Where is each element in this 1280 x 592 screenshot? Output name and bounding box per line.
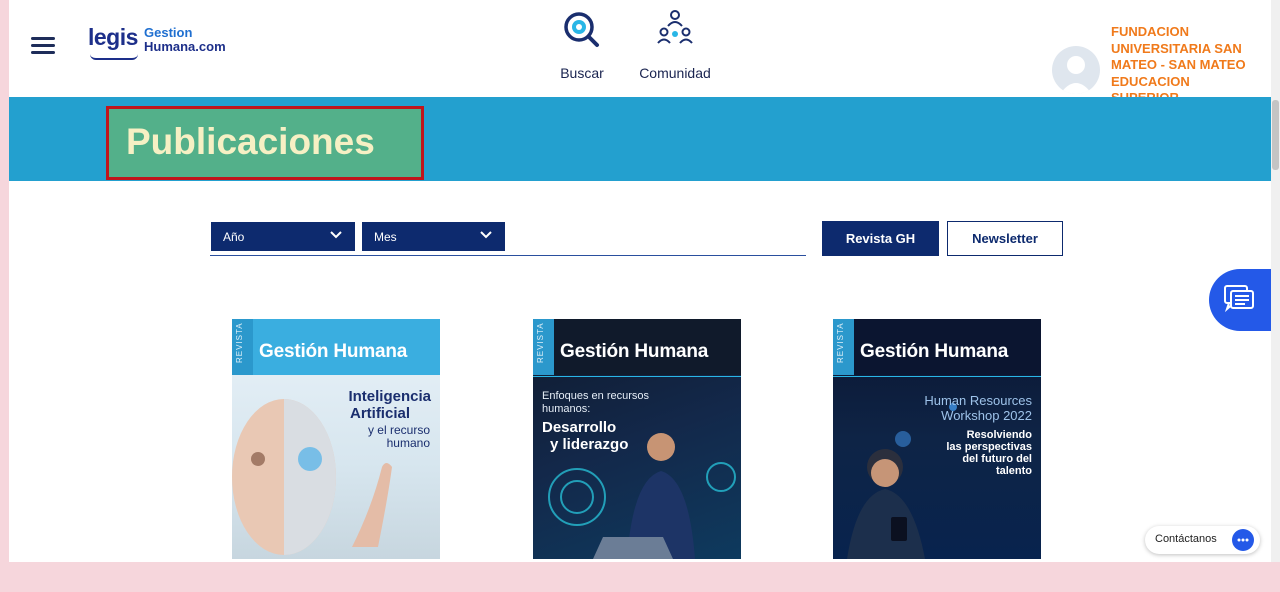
cover-headline: las perspectivas [946,441,1032,453]
month-select-value: Mes [374,230,397,244]
contact-label: Contáctanos [1155,533,1217,545]
org-line: FUNDACION [1111,24,1189,39]
logo-line-2: Humana.com [144,39,226,54]
cover-vertical-label: REVISTA [536,322,545,363]
cover-vertical-label: REVISTA [836,322,845,363]
chat-bubble-icon [1224,285,1254,313]
bg-decoration [0,562,1280,592]
cover-subline: Human Resources [924,393,1032,408]
cover-title: Gestión Humana [860,341,1009,362]
hamburger-menu-icon[interactable] [31,37,55,55]
bg-decoration [1271,562,1280,592]
cover-subline: humanos: [542,403,591,415]
newsletter-button[interactable]: Newsletter [947,221,1063,256]
user-avatar-icon[interactable] [1052,46,1100,94]
cover-headline: del futuro del [962,453,1032,465]
publication-card[interactable]: REVISTA Gestión Humana Inteligencia Arti… [232,319,440,559]
cover-headline: y liderazgo [550,436,629,453]
cover-title: Gestión Humana [259,341,408,362]
avatar-silhouette [1060,56,1092,94]
publication-card[interactable]: REVISTA Gestión Humana Human Resources W… [833,319,1041,559]
publication-card[interactable]: REVISTA Gestión Humana Enfoques en recur… [533,319,741,559]
filter-underline [210,255,806,256]
contact-button[interactable]: Contáctanos [1145,526,1260,554]
cover-subline: humano [386,436,430,450]
page-title: Publicaciones [126,121,375,162]
chat-tab[interactable] [1209,269,1271,331]
chat-bubble-icon [1232,529,1254,551]
year-select-value: Año [223,230,245,244]
bg-decoration [0,0,9,592]
nav-buscar-label: Buscar [560,65,604,81]
org-line: EDUCACION [1111,73,1190,89]
scrollbar-thumb[interactable] [1272,100,1279,170]
cover-vertical-label: REVISTA [235,322,244,363]
cover-subline: Workshop 2022 [941,408,1032,423]
logo-brand: legis [88,24,138,50]
revista-gh-button[interactable]: Revista GH [822,221,939,256]
cover-title: Gestión Humana [560,341,709,362]
chevron-down-icon [480,231,492,239]
year-select[interactable]: Año [211,222,355,251]
chevron-down-icon [330,231,342,239]
organization-name[interactable]: FUNDACION UNIVERSITARIA SAN MATEO - SAN … [1111,24,1271,107]
logo-book-icon [90,54,138,60]
nav-comunidad-label: Comunidad [639,65,711,81]
scrollbar-track[interactable] [1271,0,1280,562]
logo-line-1: Gestion [144,25,193,40]
cover-headline: talento [995,465,1032,477]
cover-headline: Artificial [349,405,410,422]
search-icon [564,12,599,47]
nav-comunidad[interactable]: Comunidad [633,8,717,81]
cover-subline: Enfoques en recursos [542,390,650,402]
cover-subline: y el recurso [367,423,430,437]
org-line: UNIVERSITARIA SAN [1111,40,1242,56]
month-select[interactable]: Mes [362,222,505,251]
cover-headline: Resolviendo [966,429,1032,441]
community-icon [657,10,693,44]
cover-headline: Desarrollo [542,419,617,436]
nav-buscar[interactable]: Buscar [552,8,612,81]
org-line: MATEO - SAN MATEO [1111,57,1246,72]
cover-headline: Inteligencia [348,388,431,405]
